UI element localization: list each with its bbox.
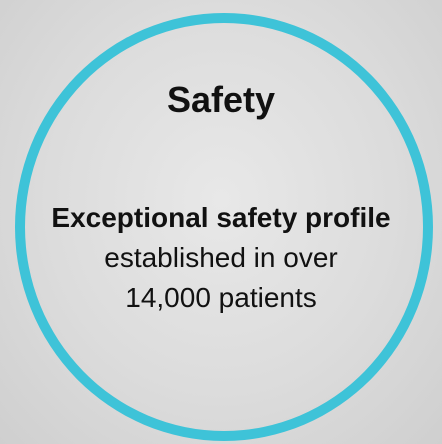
safety-title: Safety <box>166 79 276 120</box>
description-line-3: 14,000 patients <box>125 282 317 313</box>
description-line-2: established in over <box>104 242 338 273</box>
description-line-1: Exceptional safety profile <box>51 202 391 233</box>
safety-description: Exceptional safety profile established i… <box>0 198 442 318</box>
